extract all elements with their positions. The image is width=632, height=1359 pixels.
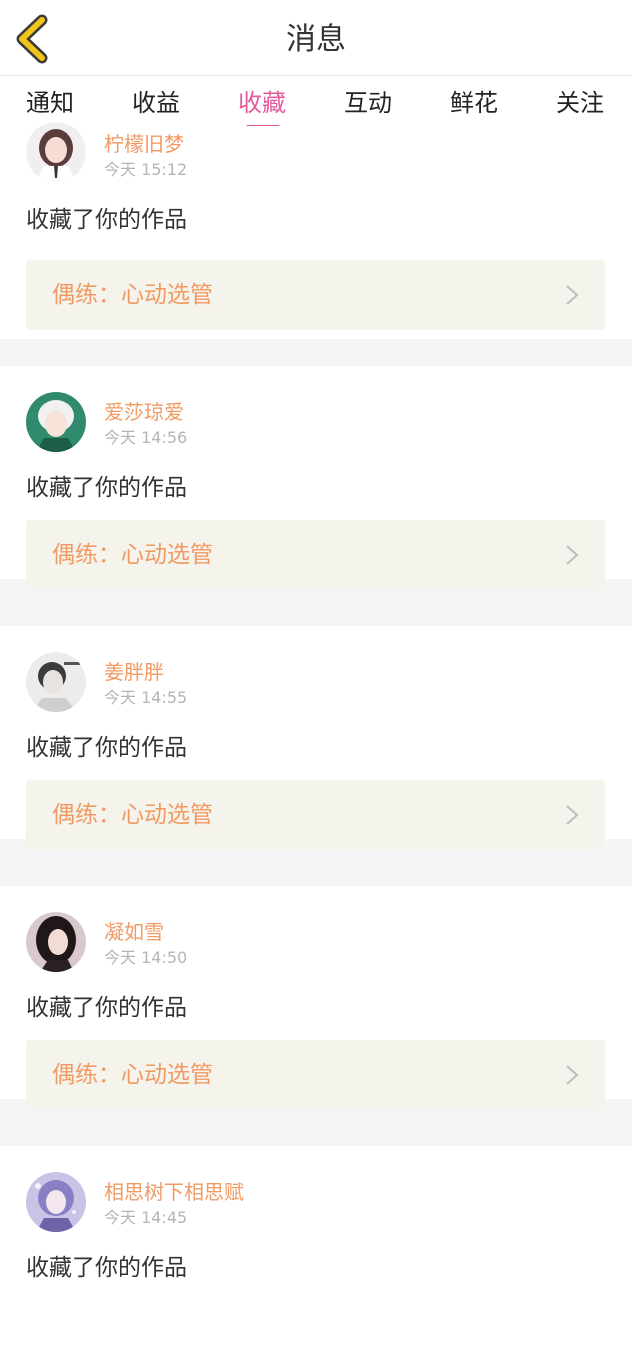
avatar[interactable] [26, 652, 86, 712]
timestamp: 今天 14:56 [104, 428, 188, 447]
work-link[interactable]: 偶练：心动选管 [26, 520, 605, 590]
work-link[interactable]: 偶练：心动选管 [26, 780, 605, 850]
page-title: 消息 [286, 22, 346, 57]
list-item: 爱莎琼爱 今天 14:56 收藏了你的作品 偶练：心动选管 [0, 366, 632, 590]
action-text: 收藏了你的作品 [26, 995, 187, 1021]
chevron-right-icon [566, 285, 579, 305]
tab-flowers[interactable]: 鲜花 [450, 86, 498, 120]
tab-notifications[interactable]: 通知 [26, 86, 74, 120]
username[interactable]: 相思树下相思赋 [104, 1178, 244, 1206]
action-text: 收藏了你的作品 [26, 475, 187, 501]
username[interactable]: 凝如雪 [104, 918, 164, 946]
username[interactable]: 姜胖胖 [104, 658, 164, 686]
timestamp: 今天 15:12 [104, 160, 188, 179]
work-title: 偶练：心动选管 [52, 802, 213, 828]
list-item: 柠檬旧梦 今天 15:12 收藏了你的作品 偶练：心动选管 [0, 122, 632, 339]
list-item: 凝如雪 今天 14:50 收藏了你的作品 偶练：心动选管 [0, 886, 632, 1110]
avatar[interactable] [26, 912, 86, 972]
timestamp: 今天 14:45 [104, 1208, 188, 1227]
list-item: 姜胖胖 今天 14:55 收藏了你的作品 偶练：心动选管 [0, 626, 632, 850]
action-text: 收藏了你的作品 [26, 207, 187, 233]
avatar[interactable] [26, 122, 86, 182]
work-link[interactable]: 偶练：心动选管 [26, 1040, 605, 1110]
top-bar: 消息 [0, 0, 632, 76]
work-link[interactable]: 偶练：心动选管 [26, 260, 605, 330]
username[interactable]: 柠檬旧梦 [104, 130, 184, 158]
chevron-right-icon [566, 545, 579, 565]
work-title: 偶练：心动选管 [52, 1062, 213, 1088]
tab-follows[interactable]: 关注 [556, 86, 604, 120]
avatar[interactable] [26, 1172, 86, 1232]
chevron-right-icon [566, 1065, 579, 1085]
username[interactable]: 爱莎琼爱 [104, 398, 184, 426]
chevron-right-icon [566, 805, 579, 825]
tab-favorites[interactable]: 收藏 [238, 86, 286, 120]
work-title: 偶练：心动选管 [52, 542, 213, 568]
tab-earnings[interactable]: 收益 [132, 86, 180, 120]
timestamp: 今天 14:55 [104, 688, 188, 707]
tab-interactions[interactable]: 互动 [344, 86, 392, 120]
avatar[interactable] [26, 392, 86, 452]
timestamp: 今天 14:50 [104, 948, 188, 967]
work-title: 偶练：心动选管 [52, 282, 213, 308]
list-item: 相思树下相思赋 今天 14:45 收藏了你的作品 [0, 1146, 632, 1359]
action-text: 收藏了你的作品 [26, 1255, 187, 1281]
action-text: 收藏了你的作品 [26, 735, 187, 761]
